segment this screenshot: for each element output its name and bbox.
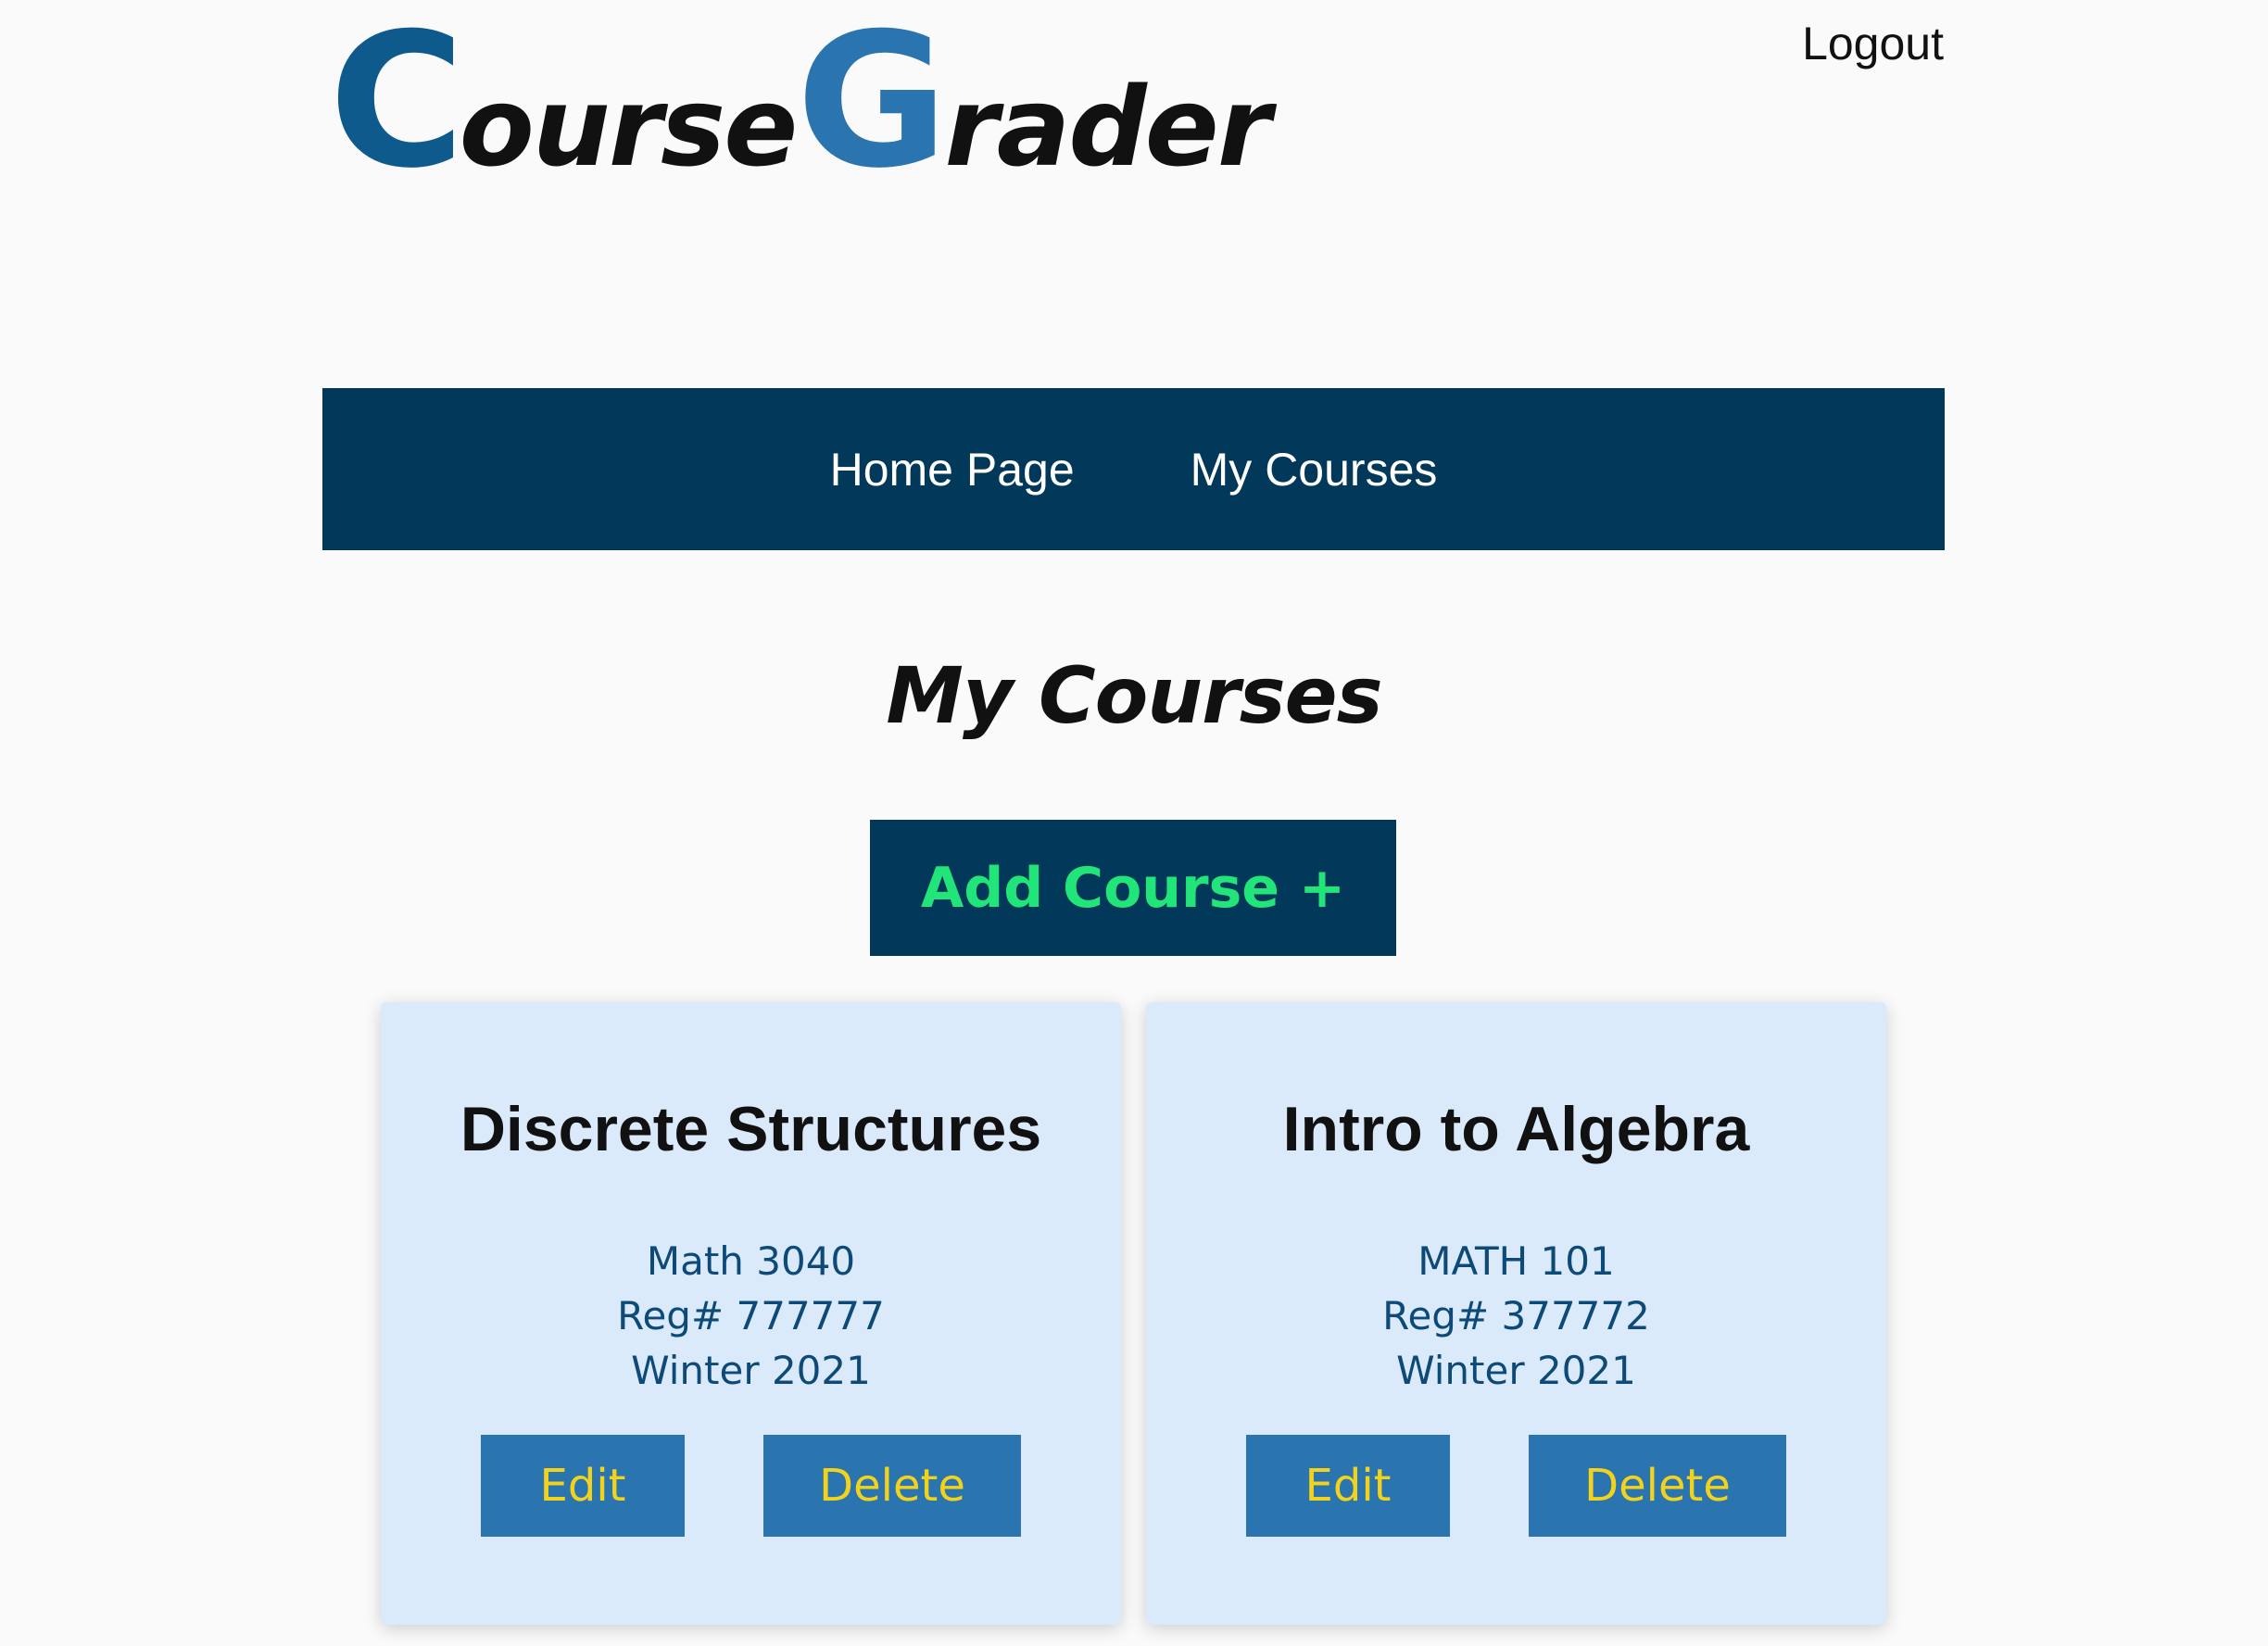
course-reg: Reg# 777777	[617, 1293, 885, 1338]
logo-text-ourse: ourse	[459, 63, 799, 191]
page-title: My Courses	[886, 650, 1382, 741]
course-title: Discrete Structures	[460, 1094, 1042, 1164]
logo-letter-g: G	[796, 0, 948, 209]
delete-course-button[interactable]: Delete	[763, 1435, 1021, 1537]
logout-link[interactable]: Logout	[1802, 17, 1944, 70]
delete-course-button[interactable]: Delete	[1529, 1435, 1786, 1537]
page: CourseGrader Logout Home Page My Courses…	[0, 0, 2268, 1646]
course-term: Winter 2021	[631, 1348, 871, 1393]
add-course-button[interactable]: Add Course +	[870, 820, 1396, 956]
course-code: Math 3040	[646, 1238, 856, 1284]
course-term: Winter 2021	[1396, 1348, 1636, 1393]
edit-course-button[interactable]: Edit	[481, 1435, 685, 1537]
main-nav: Home Page My Courses	[322, 388, 1945, 550]
course-title: Intro to Algebra	[1282, 1094, 1750, 1164]
course-card: Discrete Structures Math 3040 Reg# 77777…	[381, 1002, 1121, 1625]
course-info: Math 3040 Reg# 777777 Winter 2021	[381, 1234, 1121, 1398]
course-info: MATH 101 Reg# 377772 Winter 2021	[1146, 1234, 1886, 1398]
app-logo[interactable]: CourseGrader	[329, 9, 1271, 195]
nav-item-my-courses[interactable]: My Courses	[1191, 443, 1438, 496]
edit-course-button[interactable]: Edit	[1246, 1435, 1450, 1537]
course-card: Intro to Algebra MATH 101 Reg# 377772 Wi…	[1146, 1002, 1886, 1625]
logo-letter-c: C	[329, 0, 465, 209]
course-code: MATH 101	[1418, 1238, 1615, 1284]
logo-text-rader: rader	[944, 63, 1272, 191]
course-reg: Reg# 377772	[1382, 1293, 1650, 1338]
nav-item-home-page[interactable]: Home Page	[830, 443, 1075, 496]
